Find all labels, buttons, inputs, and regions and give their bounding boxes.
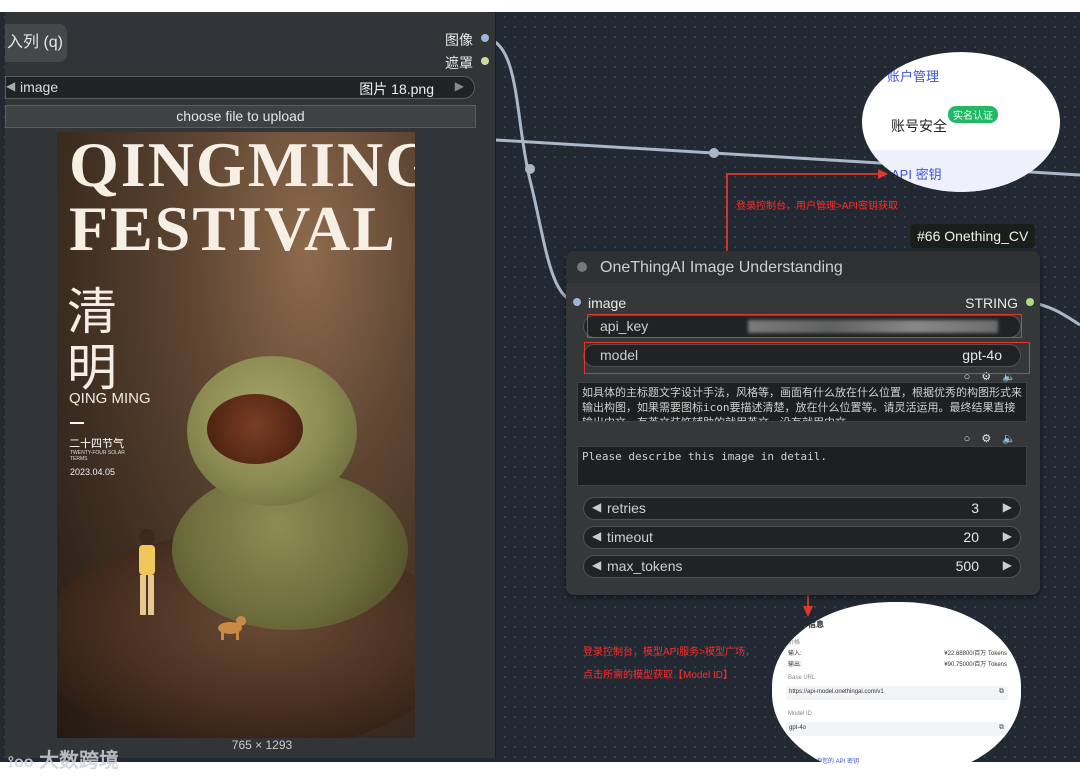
watermark-logo-icon: ⟟oo [8, 754, 34, 771]
annotation-bottom-line2: 点击所需的模型获取【Model ID】 [583, 670, 734, 681]
node-header[interactable]: OneThingAI Image Understanding [566, 251, 1040, 283]
timeout-name: timeout [607, 529, 653, 545]
verified-badge: 实名认证 [948, 106, 998, 123]
key-link[interactable]: 询您的 API 密钥 [816, 756, 859, 765]
decrement-icon[interactable]: ◀ [592, 500, 601, 514]
price-label: 价格 [788, 640, 801, 646]
image-preview: QINGMING FESTIVAL 清 明 QING MING 二十四节气 TW… [57, 132, 415, 738]
input-price-value: ¥22.68800/百万 Tokens [944, 651, 1007, 657]
chevron-up-icon[interactable]: ⌃ [1027, 66, 1037, 80]
model-info-popup: 信息 价格 输入: ¥22.68800/百万 Tokens 输出: ¥90.75… [772, 602, 1021, 778]
system-prompt-textarea[interactable]: 如具体的主标题文字设计手法，风格等，画面有什么放在什么位置，根据优秀的构图形式来… [577, 382, 1027, 422]
queue-button[interactable]: 入列 (q) [5, 24, 67, 62]
api-key-menu-item[interactable]: API 密钥 [891, 164, 942, 183]
poster-solar-term: 二十四节气 [69, 438, 124, 450]
output-price-value: ¥90.75000/百万 Tokens [944, 662, 1007, 668]
annotation-top: 登录控制台，用户管理>API密钥获取 [736, 201, 898, 212]
base-url-field[interactable]: https://api-model.onethingai.com/v1 ⧉ [786, 686, 1008, 700]
model-highlight [584, 342, 1030, 374]
bean-paste [207, 394, 303, 464]
poster-title-line2: FESTIVAL [69, 193, 397, 264]
max-tokens-stepper[interactable]: ◀ max_tokens 500 ▶ [583, 555, 1021, 578]
poster-rule [70, 422, 84, 424]
image-select-name: image [20, 79, 59, 95]
max-tokens-value: 500 [955, 558, 979, 574]
model-id-field[interactable]: gpt-4o ⧉ [786, 722, 1008, 736]
increment-icon[interactable]: ▶ [1003, 558, 1012, 572]
input-price-label: 输入: [788, 651, 802, 657]
poster-solar-term-en: TWENTY-FOUR SOLAR TERMS [70, 450, 125, 462]
image-select-value: 图片 18.png [359, 81, 434, 97]
next-arrow-icon[interactable]: ▶ [455, 79, 464, 93]
onethingai-node[interactable]: OneThingAI Image Understanding image STR… [566, 251, 1040, 595]
output-string-label: STRING [965, 295, 1018, 311]
increment-icon[interactable]: ▶ [1003, 500, 1012, 514]
dog-illustration [218, 616, 246, 640]
output-image-port[interactable] [481, 34, 489, 42]
output-string-port[interactable] [1026, 298, 1034, 306]
increment-icon[interactable]: ▶ [1003, 529, 1012, 543]
input-image-port[interactable] [573, 298, 581, 306]
user-prompt-textarea[interactable]: Please describe this image in detail. [577, 446, 1027, 486]
account-menu-title[interactable]: 账户管理 [887, 66, 939, 85]
upload-button[interactable]: choose file to upload [5, 105, 476, 128]
model-id-label: Model ID [788, 711, 813, 717]
collapse-dot-icon[interactable] [577, 262, 587, 272]
account-security-item[interactable]: 账号安全 [891, 116, 947, 136]
node-id-tag: #66 Onething_CV [910, 224, 1036, 248]
model-info-heading: 信息 [808, 620, 824, 629]
decrement-icon[interactable]: ◀ [592, 558, 601, 572]
output-image-label: 图像 [445, 32, 473, 48]
prev-arrow-icon[interactable]: ◀ [6, 79, 15, 93]
timeout-stepper[interactable]: ◀ timeout 20 ▶ [583, 526, 1021, 549]
account-menu-popup: 账户管理 ⌃ 账号安全 实名认证 API 密钥 [862, 52, 1060, 192]
decrement-icon[interactable]: ◀ [592, 529, 601, 543]
input-image-label: image [588, 295, 627, 311]
base-url-value: https://api-model.onethingai.com/v1 [789, 689, 884, 695]
poster-en-name: QING MING [69, 390, 151, 407]
retries-value: 3 [971, 500, 979, 516]
retries-name: retries [607, 500, 646, 516]
base-url-label: Base URL [788, 675, 816, 681]
output-mask-label: 遮罩 [445, 55, 473, 71]
annotation-bottom-line1: 登录控制台，模型API服务>模型广场， [583, 647, 755, 658]
timeout-value: 20 [963, 529, 979, 545]
node-title: OneThingAI Image Understanding [600, 259, 843, 276]
watermark: ⟟oo 大数跨境 [8, 744, 119, 773]
watermark-text: 大数跨境 [39, 750, 120, 772]
output-mask-port[interactable] [481, 57, 489, 65]
model-id-value: gpt-4o [789, 725, 807, 731]
key-label: 密钥 [788, 748, 801, 754]
api-key-highlight [587, 314, 1022, 338]
image-select[interactable]: ◀ image 图片 18.png ▶ [5, 76, 475, 99]
copy-icon[interactable]: ⧉ [999, 688, 1004, 696]
user-prompt-icons[interactable]: ○ ⚙ 🔈 [964, 432, 1020, 445]
max-tokens-name: max_tokens [607, 558, 683, 574]
retries-stepper[interactable]: ◀ retries 3 ▶ [583, 497, 1021, 520]
girl-illustration [139, 529, 155, 615]
output-price-label: 输出: [788, 662, 802, 668]
poster-date: 2023.04.05 [70, 467, 116, 477]
copy-icon[interactable]: ⧉ [999, 724, 1004, 732]
